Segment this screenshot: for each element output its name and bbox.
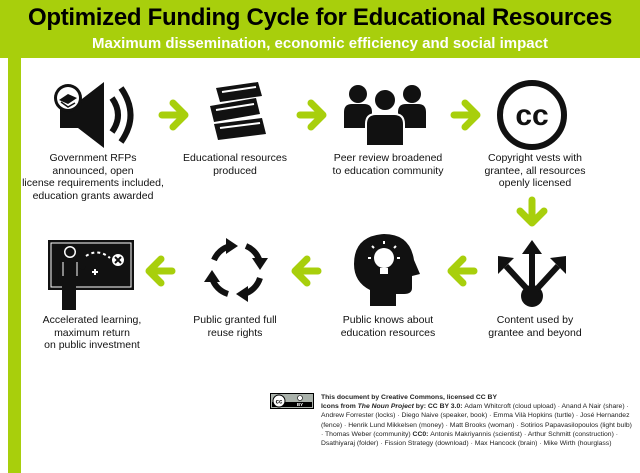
- distribution-arrows-icon: [498, 240, 566, 307]
- arrow-down-icon: [516, 196, 548, 227]
- arrow-left-icon: [447, 255, 478, 287]
- creative-commons-icon: cc: [497, 80, 567, 150]
- arrow-right-icon: [158, 99, 189, 131]
- svg-text:cc: cc: [276, 399, 283, 405]
- left-accent-bar: [8, 58, 21, 473]
- speaker-book-icon: [54, 82, 134, 148]
- arrow-left-icon: [145, 255, 176, 287]
- step-7-label: Public granted full reuse rights: [193, 314, 277, 339]
- step-4-label: Copyright vests with grantee, all resour…: [484, 152, 586, 189]
- arrow-right-icon: [296, 99, 327, 131]
- arrow-right-icon: [450, 99, 481, 131]
- teacher-board-icon: [48, 240, 134, 310]
- books-icon: [210, 82, 266, 140]
- step-6-label: Public knows about education resources: [340, 314, 436, 339]
- credits-block: This document by Creative Commons, licen…: [321, 393, 633, 448]
- step-3-label: Peer review broadened to education commu…: [332, 152, 444, 177]
- step-8-label: Accelerated learning, maximum return on …: [42, 314, 142, 351]
- page-subtitle: Maximum dissemination, economic efficien…: [92, 35, 548, 52]
- step-1-label: Government RFPs announced, open license …: [22, 152, 164, 202]
- arrow-left-icon: [291, 255, 322, 287]
- cycle-arrows-icon: [204, 238, 268, 302]
- people-group-icon: [344, 85, 426, 147]
- page-title: Optimized Funding Cycle for Educational …: [27, 4, 613, 31]
- step-5-label: Content used by grantee and beyond: [488, 314, 582, 339]
- credits-license-line: This document by Creative Commons, licen…: [321, 394, 498, 401]
- step-2-label: Educational resources produced: [183, 152, 287, 177]
- cc-by-badge-icon: cc BY: [270, 393, 314, 409]
- svg-text:BY: BY: [297, 402, 303, 407]
- brain-lightbulb-icon: [354, 234, 420, 306]
- svg-text:cc: cc: [515, 99, 548, 132]
- credits-attributions: Icons from The Noun Project by: CC BY 3.…: [321, 403, 632, 448]
